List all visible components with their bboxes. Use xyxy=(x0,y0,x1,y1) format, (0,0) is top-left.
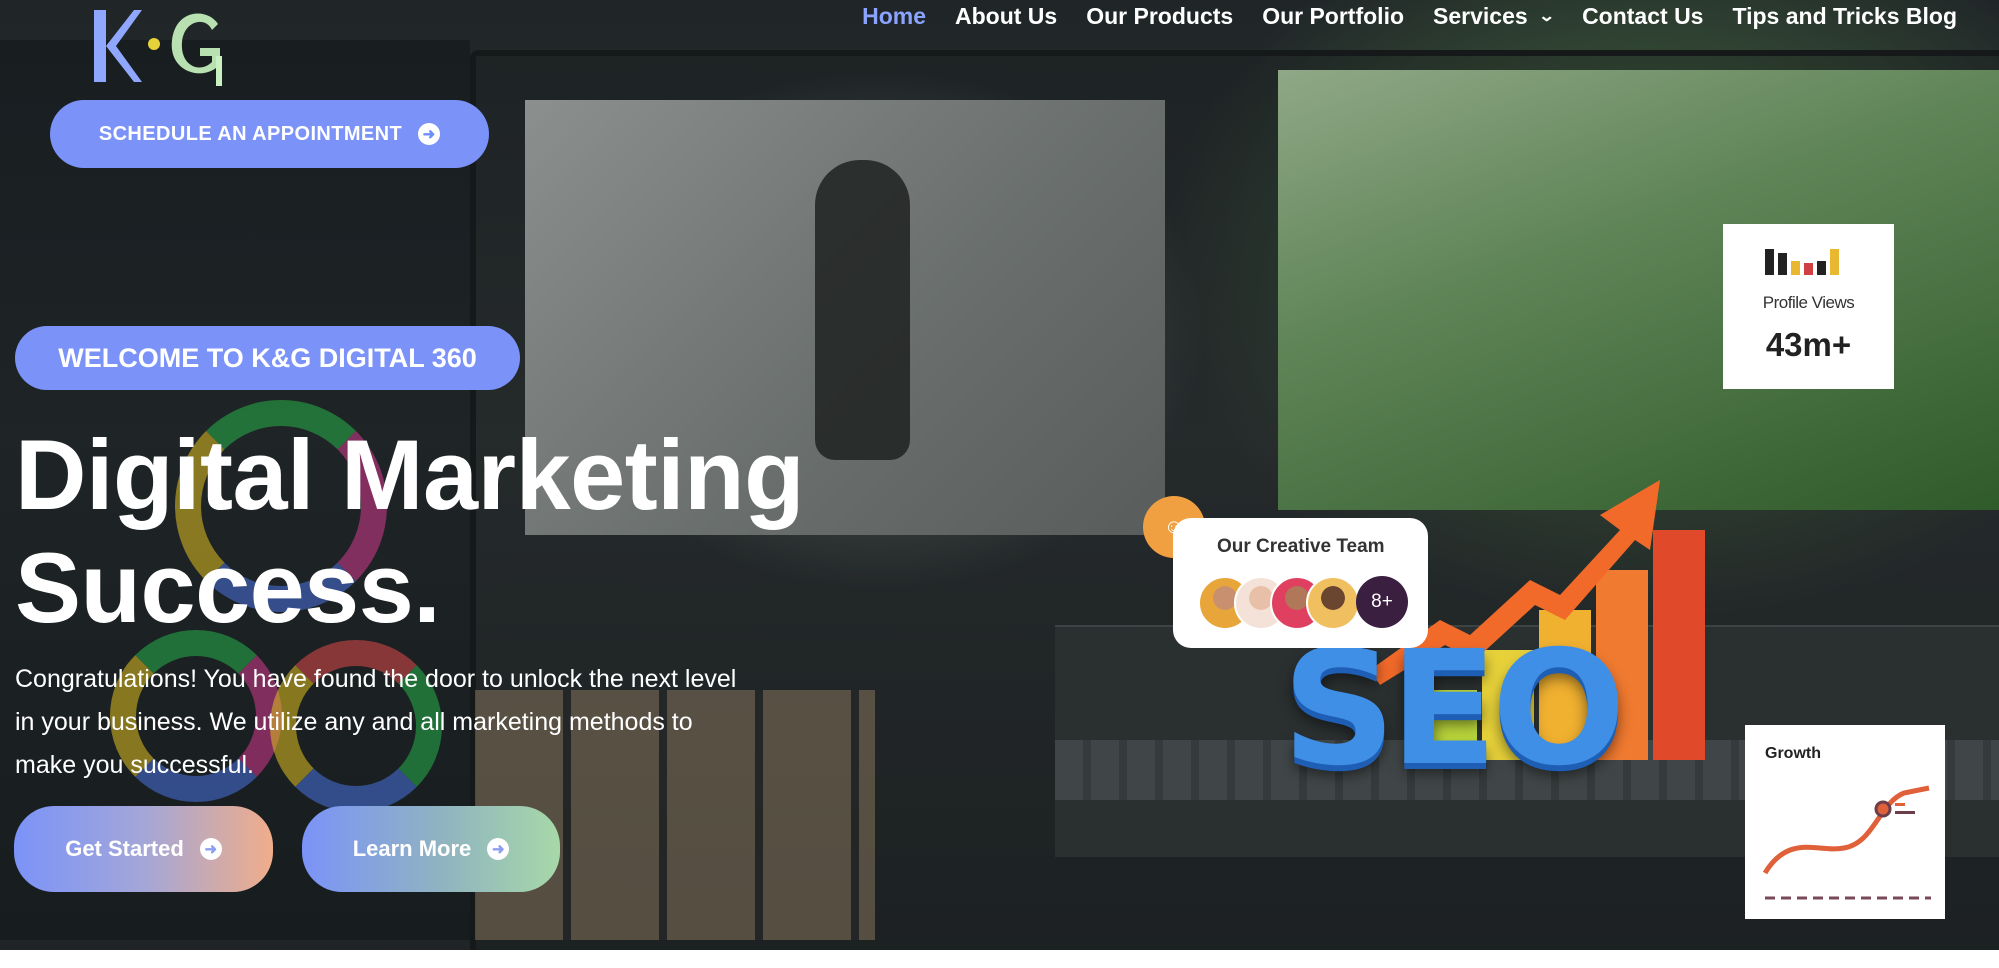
headline-line-1: Digital Marketing xyxy=(15,419,805,530)
growth-card: Growth xyxy=(1745,725,1945,919)
arrow-right-circle-icon: ➜ xyxy=(199,838,222,860)
nav-item-tips-and-tricks-blog[interactable]: Tips and Tricks Blog xyxy=(1732,3,1957,30)
team-more-count: 8+ xyxy=(1356,576,1408,628)
learn-more-button[interactable]: Learn More ➜ xyxy=(302,806,560,892)
brand-logo[interactable] xyxy=(88,0,238,92)
welcome-badge-label: WELCOME TO K&G DIGITAL 360 xyxy=(58,342,477,373)
intro-line-3: make you successful. xyxy=(15,751,254,779)
nav-item-our-portfolio[interactable]: Our Portfolio xyxy=(1262,3,1404,30)
hero-intro: Congratulations! You have found the door… xyxy=(15,658,755,787)
chevron-down-icon[interactable]: ⌄ xyxy=(1538,6,1555,26)
learn-more-label: Learn More xyxy=(352,836,472,861)
bar-chart-icon xyxy=(1765,245,1853,275)
seo-text: SEO xyxy=(1282,617,1626,801)
creative-team-card: Our Creative Team 8+ xyxy=(1173,518,1428,648)
headline-line-2: Success. xyxy=(15,532,441,643)
get-started-label: Get Started xyxy=(65,836,184,861)
bottom-strip xyxy=(0,950,1999,968)
profile-views-card: Profile Views 43m+ xyxy=(1723,224,1894,389)
creative-team-title: Our Creative Team xyxy=(1217,536,1385,557)
growth-title: Growth xyxy=(1765,745,1821,762)
hero-headline: Digital Marketing Success. xyxy=(15,418,805,644)
schedule-appointment-button[interactable]: SCHEDULE AN APPOINTMENT ➜ xyxy=(50,100,489,168)
get-started-button[interactable]: Get Started ➜ xyxy=(14,806,273,892)
profile-views-value: 43m+ xyxy=(1765,326,1852,363)
arrow-right-circle-icon: ➜ xyxy=(487,838,510,860)
welcome-badge: WELCOME TO K&G DIGITAL 360 xyxy=(15,326,520,390)
kg-logo-icon xyxy=(94,10,222,86)
intro-line-2: in your business. We utilize any and all… xyxy=(15,708,693,736)
main-nav: Home About Us Our Products Our Portfolio… xyxy=(833,0,1957,32)
growth-line-icon xyxy=(1762,785,1931,900)
arrow-right-circle-icon: ➜ xyxy=(418,123,441,145)
couple-silhouette-bg xyxy=(815,160,910,460)
nav-item-home[interactable]: Home xyxy=(862,3,926,30)
nav-item-about-us[interactable]: About Us xyxy=(955,3,1057,30)
nav-item-contact-us[interactable]: Contact Us xyxy=(1582,3,1703,30)
nav-item-our-products[interactable]: Our Products xyxy=(1086,3,1233,30)
profile-views-label: Profile Views xyxy=(1762,293,1855,312)
nav-item-services-label: Services xyxy=(1433,2,1528,29)
intro-line-1: Congratulations! You have found the door… xyxy=(15,665,737,693)
nav-item-services[interactable]: Services ⌄ xyxy=(1433,2,1555,30)
schedule-appointment-label: SCHEDULE AN APPOINTMENT xyxy=(98,122,403,145)
avatar xyxy=(1306,576,1360,630)
